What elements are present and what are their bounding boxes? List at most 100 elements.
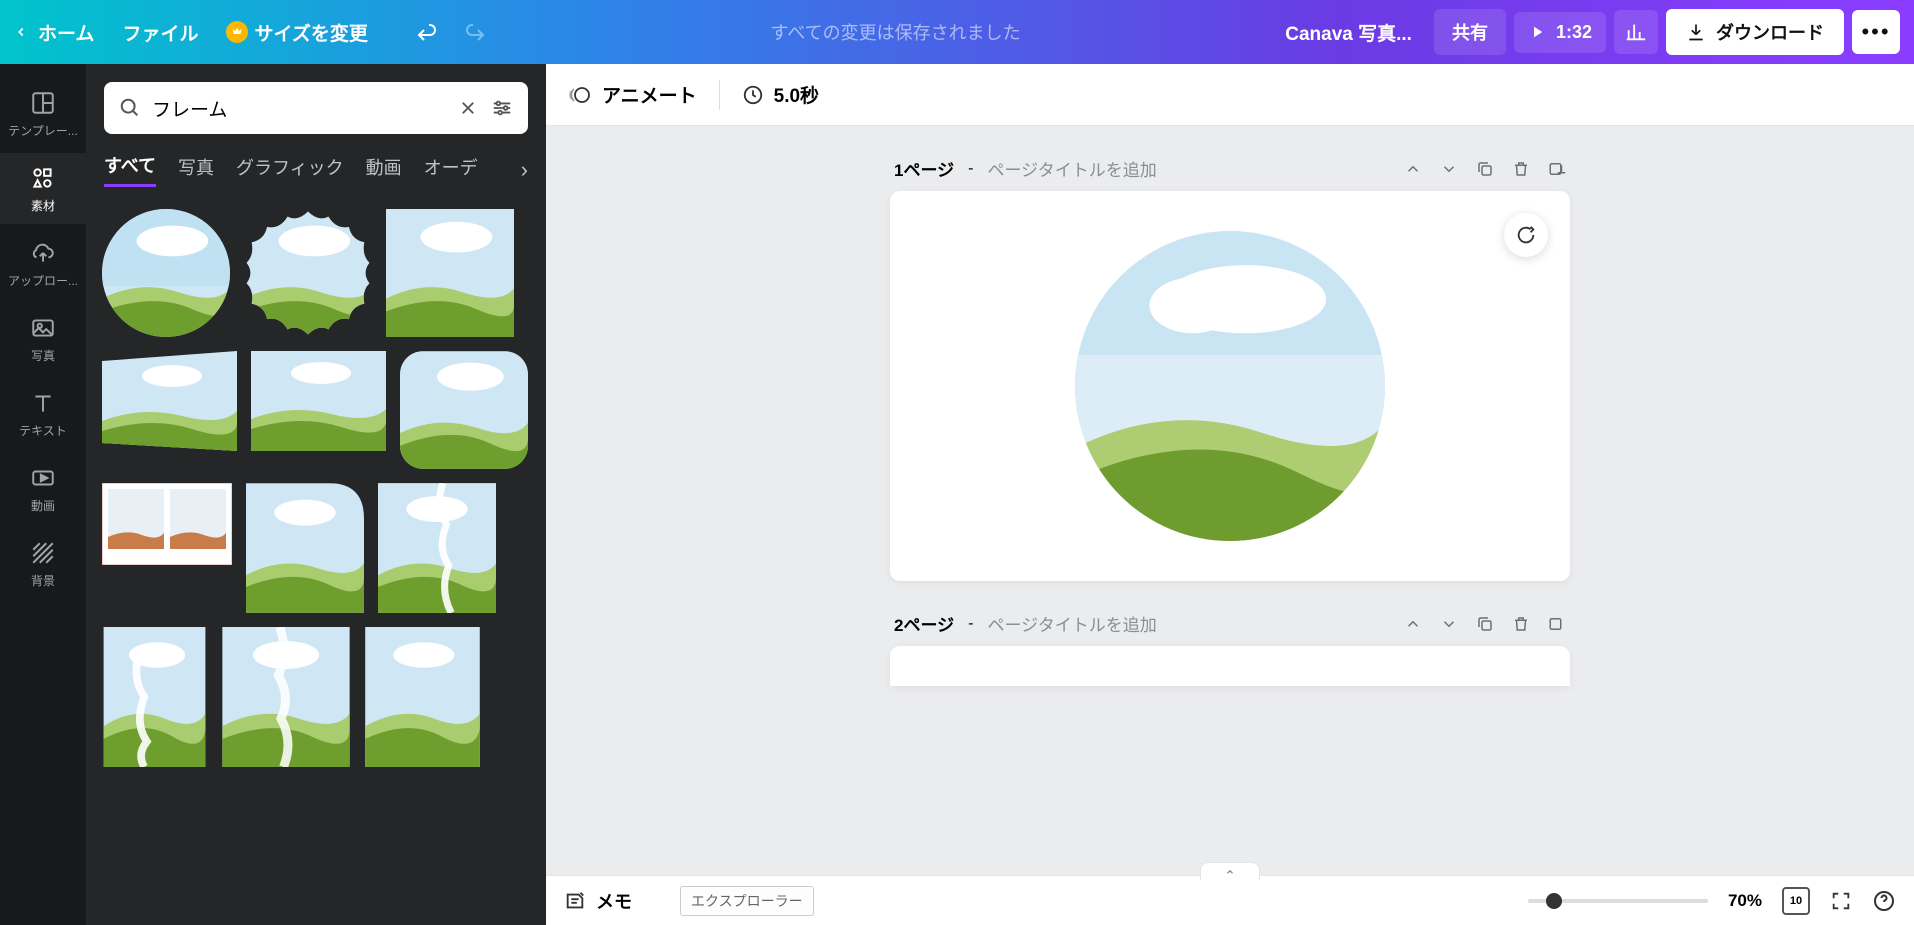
page-duplicate-button[interactable]	[1476, 615, 1494, 633]
crown-icon	[226, 21, 248, 43]
animate-button[interactable]: アニメート	[568, 81, 697, 108]
frame-results[interactable]	[86, 199, 546, 925]
page-grid-button[interactable]: 10	[1782, 887, 1810, 915]
share-button[interactable]: 共有	[1434, 9, 1506, 55]
canvas-scroll[interactable]: 1ページ - ページタイトルを追加	[546, 126, 1914, 875]
sidebar: テンプレー... 素材 アップロー... 写真 テキスト 動画	[0, 64, 86, 925]
topbar-right: 共有 1:32 ダウンロード •••	[1434, 9, 1900, 55]
more-button[interactable]: •••	[1852, 10, 1900, 54]
home-link[interactable]: ホーム	[14, 19, 94, 46]
page-number: 1ページ	[894, 156, 954, 181]
sidebar-item-elements[interactable]: 素材	[0, 153, 86, 224]
sidebar-label: アップロー...	[8, 272, 78, 289]
tab-audio[interactable]: オーデ	[424, 154, 478, 186]
fullscreen-button[interactable]	[1830, 890, 1852, 912]
frame-polaroid-double[interactable]	[102, 483, 232, 565]
sidebar-label: 素材	[31, 197, 55, 214]
sidebar-item-videos[interactable]: 動画	[0, 453, 86, 524]
zoom-percent[interactable]: 70%	[1728, 891, 1762, 911]
bottombar-expand-handle[interactable]	[1200, 862, 1260, 880]
frame-square[interactable]	[386, 209, 514, 337]
page-up-button[interactable]	[1404, 160, 1422, 178]
explorer-label: エクスプローラー	[680, 886, 814, 916]
filter-button[interactable]	[490, 96, 514, 120]
canvas-area: アニメート 5.0秒 1ページ - ページタイトルを追加	[546, 64, 1914, 925]
tab-graphics[interactable]: グラフィック	[236, 154, 344, 186]
page-title-input[interactable]: ページタイトルを追加	[987, 611, 1156, 636]
page-add-button[interactable]	[1548, 160, 1566, 178]
redo-button[interactable]	[454, 11, 496, 53]
duration-button[interactable]: 5.0秒	[742, 81, 819, 108]
insights-button[interactable]	[1614, 10, 1658, 54]
page-number: 2ページ	[894, 611, 954, 636]
search-box	[104, 82, 528, 134]
zoom-group: 70% 10	[1528, 887, 1896, 915]
sidebar-label: テンプレー...	[8, 122, 78, 139]
frame-skewed[interactable]	[102, 351, 237, 451]
tab-all[interactable]: すべて	[104, 152, 156, 187]
file-menu[interactable]: ファイル	[122, 19, 198, 46]
zoom-slider[interactable]	[1528, 899, 1708, 903]
sidebar-label: 動画	[31, 497, 55, 514]
download-label: ダウンロード	[1716, 19, 1824, 45]
notes-label: メモ	[596, 888, 632, 914]
notes-button[interactable]: メモ	[564, 888, 632, 914]
clear-search-button[interactable]	[456, 96, 480, 120]
duration-label: 5.0秒	[774, 81, 819, 108]
page-delete-button[interactable]	[1512, 615, 1530, 633]
frame-scalloped[interactable]	[244, 209, 372, 337]
comment-button[interactable]	[1504, 213, 1548, 257]
sidebar-label: テキスト	[19, 422, 67, 439]
tab-videos[interactable]: 動画	[366, 154, 402, 186]
page-up-button[interactable]	[1404, 615, 1422, 633]
page-actions	[1404, 615, 1566, 633]
tabs-scroll-right[interactable]: ›	[521, 157, 528, 183]
play-time: 1:32	[1556, 22, 1592, 43]
frame-torn-tall-2[interactable]	[221, 627, 351, 767]
page-delete-button[interactable]	[1512, 160, 1530, 178]
page-wrap-1: 1ページ - ページタイトルを追加	[890, 156, 1570, 581]
page-duplicate-button[interactable]	[1476, 160, 1494, 178]
frame-torn-tall-1[interactable]	[102, 627, 207, 767]
frame-torn-tall-3[interactable]	[365, 627, 480, 767]
home-label: ホーム	[38, 19, 94, 46]
sidebar-label: 写真	[31, 347, 55, 364]
download-button[interactable]: ダウンロード	[1666, 9, 1844, 55]
page-actions	[1404, 160, 1566, 178]
resize-button[interactable]: サイズを変更	[226, 19, 367, 46]
frame-rounded[interactable]	[400, 351, 528, 469]
animate-label: アニメート	[602, 81, 697, 108]
elements-panel: すべて 写真 グラフィック 動画 オーデ ›	[86, 64, 546, 925]
page-canvas-1[interactable]	[890, 191, 1570, 581]
frame-corner-rounded[interactable]	[246, 483, 364, 613]
undo-redo-group	[406, 11, 496, 53]
page-down-button[interactable]	[1440, 160, 1458, 178]
resize-label: サイズを変更	[254, 19, 367, 46]
document-title[interactable]: Canava 写真...	[1285, 19, 1412, 46]
canvas-toolbar: アニメート 5.0秒	[546, 64, 1914, 126]
frame-circle[interactable]	[102, 209, 230, 337]
page-title-input[interactable]: ページタイトルを追加	[987, 156, 1156, 181]
help-button[interactable]	[1872, 889, 1896, 913]
play-button[interactable]: 1:32	[1514, 12, 1606, 53]
frame-wide[interactable]	[251, 351, 386, 451]
zoom-thumb[interactable]	[1546, 893, 1562, 909]
sidebar-item-templates[interactable]: テンプレー...	[0, 78, 86, 149]
bottombar: メモ エクスプローラー 70% 10	[546, 875, 1914, 925]
tab-photos[interactable]: 写真	[178, 154, 214, 186]
undo-button[interactable]	[406, 11, 448, 53]
sidebar-item-photos[interactable]: 写真	[0, 303, 86, 374]
search-icon	[118, 96, 142, 120]
sidebar-item-uploads[interactable]: アップロー...	[0, 228, 86, 299]
page-canvas-2[interactable]	[890, 646, 1570, 686]
page-down-button[interactable]	[1440, 615, 1458, 633]
frame-torn[interactable]	[378, 483, 496, 613]
sidebar-item-background[interactable]: 背景	[0, 528, 86, 599]
topbar: ホーム ファイル サイズを変更 すべての変更は保存されました Canava 写真…	[0, 0, 1914, 64]
search-input[interactable]	[152, 97, 446, 119]
sidebar-item-text[interactable]: テキスト	[0, 378, 86, 449]
page-add-button[interactable]	[1548, 615, 1566, 633]
topbar-nav-left: ホーム ファイル サイズを変更	[14, 19, 368, 46]
sidebar-label: 背景	[31, 572, 55, 589]
filter-tabs: すべて 写真 グラフィック 動画 オーデ ›	[86, 152, 546, 199]
